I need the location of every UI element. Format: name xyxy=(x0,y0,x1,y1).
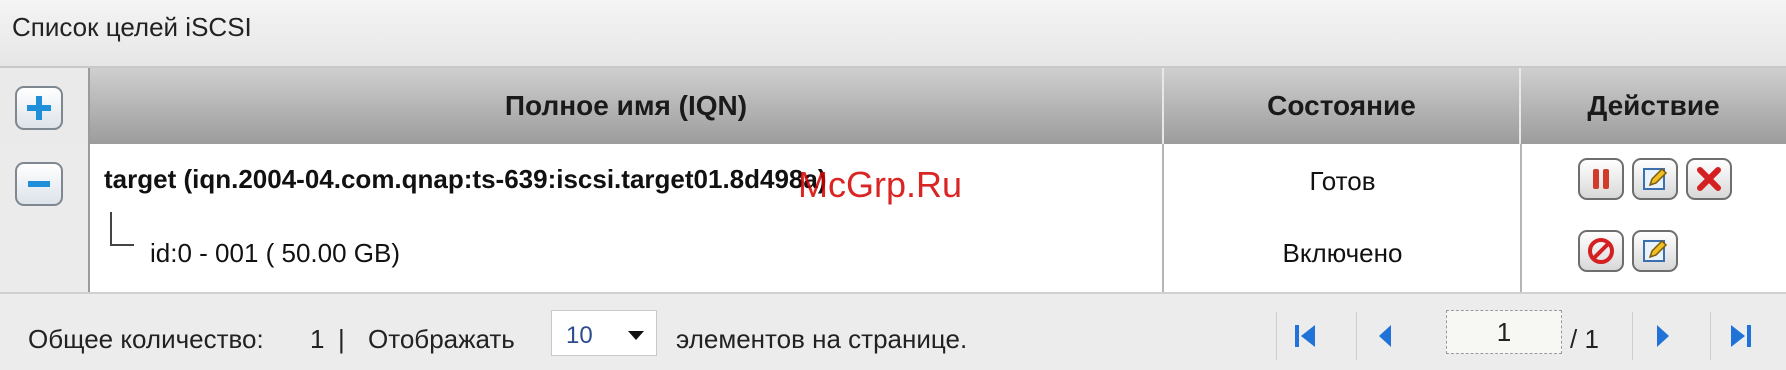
footer-separator: | xyxy=(338,324,345,354)
show-label: Отображать xyxy=(368,324,515,354)
disable-lun-button[interactable] xyxy=(1578,230,1624,272)
column-header-action: Действие xyxy=(1521,68,1786,144)
prohibit-icon xyxy=(1588,238,1614,264)
next-page-button[interactable] xyxy=(1632,312,1690,360)
total-count-value: 1 xyxy=(310,324,325,354)
edit-target-button[interactable] xyxy=(1632,158,1678,200)
collapse-target-button[interactable] xyxy=(15,162,63,206)
delete-icon xyxy=(1697,167,1721,191)
targets-table: Полное имя (IQN) Состояние Действие targ… xyxy=(0,66,1786,294)
prev-page-button[interactable] xyxy=(1356,312,1414,360)
plus-icon xyxy=(27,96,51,120)
minus-icon xyxy=(28,181,50,187)
per-page-value: 10 xyxy=(566,322,593,349)
chevron-down-icon xyxy=(628,331,644,340)
next-page-icon xyxy=(1656,325,1669,347)
target-name[interactable]: target (iqn.2004-04.com.qnap:ts-639:iscs… xyxy=(104,164,827,195)
panel-title-text: Список целей iSCSI xyxy=(12,12,252,42)
first-page-button[interactable] xyxy=(1276,312,1334,360)
lun-name[interactable]: id:0 - 001 ( 50.00 GB) xyxy=(150,238,400,269)
total-count-label: Общее количество: xyxy=(28,324,264,354)
header-expand-cell xyxy=(0,68,90,144)
pagination-bar: Общее количество: 1 | Отображать 10 элем… xyxy=(0,292,1786,370)
panel-title: Список целей iSCSI xyxy=(0,0,1786,66)
column-header-status[interactable]: Состояние xyxy=(1164,68,1521,144)
per-page-suffix: элементов на странице. xyxy=(676,324,968,354)
current-page-input[interactable] xyxy=(1446,310,1562,354)
target-status: Готов xyxy=(1309,166,1376,196)
prev-page-icon xyxy=(1378,325,1391,347)
delete-target-button[interactable] xyxy=(1686,158,1732,200)
per-page-select[interactable]: 10 xyxy=(551,310,657,356)
pause-icon xyxy=(1593,169,1609,189)
total-pages: / 1 xyxy=(1570,324,1599,354)
edit-lun-button[interactable] xyxy=(1632,230,1678,272)
table-body: target (iqn.2004-04.com.qnap:ts-639:iscs… xyxy=(0,144,1786,294)
edit-icon xyxy=(1643,239,1668,262)
last-page-button[interactable] xyxy=(1710,312,1768,360)
stop-target-button[interactable] xyxy=(1578,158,1624,200)
tree-branch xyxy=(110,212,134,246)
first-page-icon xyxy=(1294,325,1315,347)
last-page-icon xyxy=(1730,325,1751,347)
edit-icon xyxy=(1643,167,1668,190)
expand-column xyxy=(0,144,90,294)
column-header-iqn[interactable]: Полное имя (IQN) xyxy=(90,68,1164,144)
add-target-button[interactable] xyxy=(15,86,63,130)
lun-status: Включено xyxy=(1282,238,1403,268)
